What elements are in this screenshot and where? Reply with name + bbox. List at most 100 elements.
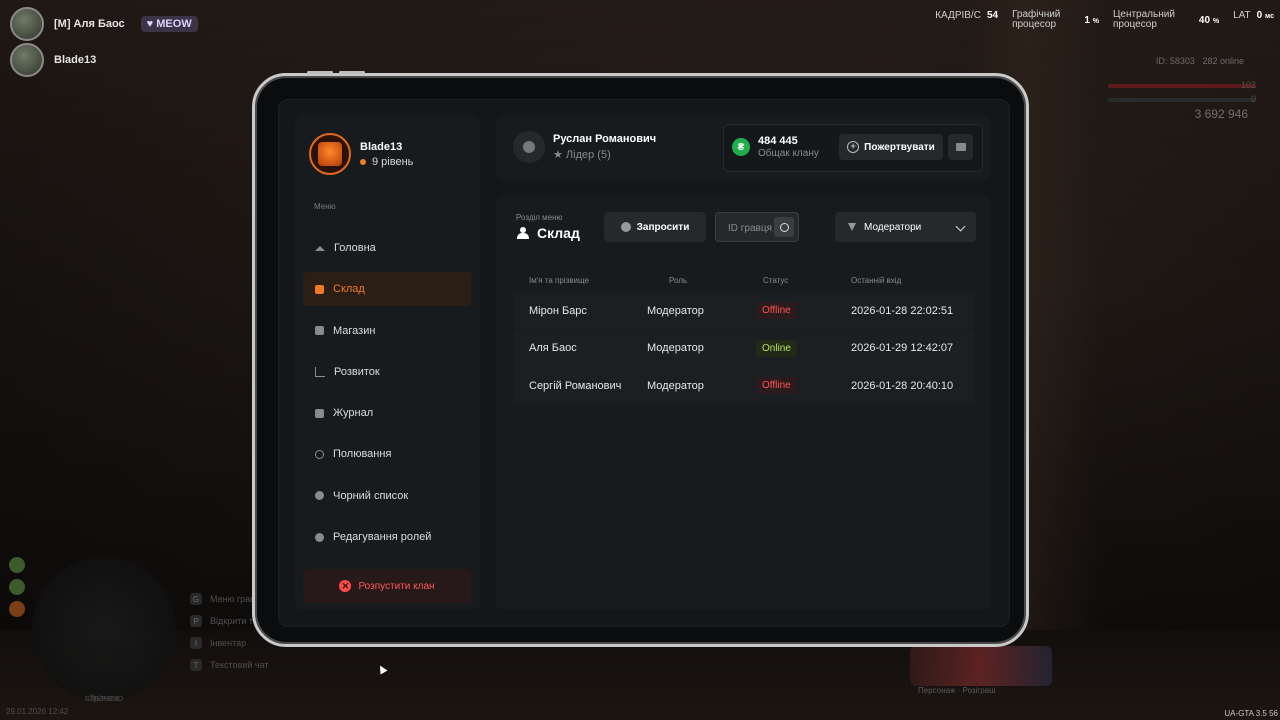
column-header: Останній вхід: [851, 275, 902, 285]
user-edit-icon: [315, 532, 324, 542]
sidebar-item-shop[interactable]: Магазин: [303, 314, 471, 348]
sidebar-item-label: Полювання: [333, 448, 392, 461]
promo-banner[interactable]: [910, 646, 1052, 686]
hint-label: Текстовий чат: [210, 660, 269, 670]
home-icon: [315, 245, 325, 251]
sidebar-item-label: Чорний список: [333, 489, 409, 502]
member-role: Модератор: [647, 379, 704, 392]
fps-stat: КАДРІВ/С 54: [935, 10, 998, 21]
player-avatar: [10, 43, 44, 77]
player-tag: ♥ MEOW: [140, 16, 198, 32]
block-icon: [315, 491, 324, 501]
member-role: Модератор: [647, 342, 704, 354]
donate-button[interactable]: + Пожертвувати: [839, 134, 943, 160]
player-tag-text: MEOW: [156, 18, 192, 30]
column-header: Статус: [763, 275, 789, 285]
server-info: ID: 58303 282 online: [1156, 56, 1244, 66]
section-label: Розділ меню: [516, 213, 563, 222]
performance-stats: КАДРІВ/С 54 Графічний процесор 1 % Центра…: [935, 10, 1280, 30]
disband-clan-button[interactable]: ✕ Розпустити клан: [303, 569, 471, 603]
sidebar-item-storage[interactable]: Склад: [303, 272, 471, 307]
hud-player: Blade13: [10, 43, 198, 77]
member-role: Модератор: [647, 304, 704, 317]
sidebar-item-label: Магазин: [333, 324, 376, 337]
tablet-button: [339, 71, 365, 74]
clan-emblem-icon: [318, 142, 342, 166]
status-badge: Online: [756, 339, 797, 357]
gpu-stat: Графічний процесор 1 %: [1012, 10, 1099, 30]
minimap: Зв'язок втрачено: [32, 557, 176, 703]
page-title-text: Склад: [537, 225, 580, 241]
status-badge: Offline: [756, 377, 797, 394]
column-header: Ім'я та прізвище: [529, 275, 589, 285]
bank-value: 484 445: [758, 135, 798, 147]
chart-icon: [315, 366, 325, 377]
profile-name: Blade13: [360, 140, 403, 153]
column-header: Роль: [669, 275, 688, 285]
disband-label: Розпустити клан: [358, 580, 435, 592]
armor-value: 0: [1250, 94, 1256, 104]
donate-label: Пожертвувати: [864, 141, 935, 153]
members-table: Ім'я та прізвище Роль Статус Останній вх…: [513, 268, 975, 405]
status-icons: [9, 557, 25, 617]
sidebar-item-role-editing[interactable]: Редагування ролей: [303, 520, 471, 554]
minimap-status-2: втрачено: [84, 693, 124, 703]
role-filter-select[interactable]: Модератори: [835, 212, 976, 242]
sidebar-item-development[interactable]: Розвиток: [303, 355, 471, 389]
fps-label: КАДРІВ/С: [935, 9, 981, 21]
plus-icon: +: [847, 141, 860, 153]
armor-bar: [1108, 98, 1256, 102]
last-login: 2026-01-29 12:42:07: [851, 342, 954, 354]
invite-button[interactable]: Запросити: [604, 212, 706, 242]
gpu-label-2: процесор: [1012, 19, 1057, 30]
status-badge: Offline: [756, 302, 797, 319]
profile-level-text: 9 рівень: [372, 155, 414, 168]
hud-player-list: [M] Аля Баос ♥ MEOW Blade13: [10, 7, 198, 80]
chevron-down-icon: [955, 221, 966, 232]
book-icon: [315, 408, 324, 418]
tablet-screen: Blade13 9 рівень Меню Головна Склад Мага…: [278, 99, 1010, 627]
clan-bank: ₴ 484 445 Общак клану + Пожертвувати: [723, 124, 983, 172]
latency-value: 0 мс: [1256, 10, 1274, 21]
hud-player: [M] Аля Баос ♥ MEOW: [10, 7, 198, 41]
menu-title: Меню: [314, 202, 336, 211]
sidebar-item-label: Редагування ролей: [333, 531, 432, 544]
search-button[interactable]: [774, 217, 794, 237]
cpu-stat: Центральний процесор 40 %: [1113, 10, 1219, 30]
key-label: I: [190, 637, 202, 649]
status-icon: [9, 579, 25, 595]
table-row[interactable]: Аля Баос Модератор Online 2026-01-29 12:…: [513, 329, 975, 367]
crosshair-icon: [315, 449, 324, 459]
key-label: G: [190, 593, 202, 605]
player-id-search: [715, 212, 799, 242]
money-display: 3 692 946: [1194, 107, 1248, 121]
sidebar-item-home[interactable]: Головна: [303, 231, 471, 265]
server-ping: 56: [1269, 709, 1278, 718]
key-label: T: [190, 659, 202, 671]
server-name: UA-GTA 3.5 56: [1224, 709, 1278, 718]
health-bar: [1108, 84, 1256, 88]
key-hint: T Текстовий чат: [190, 654, 285, 676]
clan-logo: [309, 133, 351, 175]
archive-button[interactable]: [948, 134, 973, 160]
member-name: Мірон Барс: [529, 304, 587, 317]
currency-icon: ₴: [732, 138, 750, 156]
sidebar-item-hunting[interactable]: Полювання: [303, 437, 471, 471]
sidebar-item-label: Розвиток: [334, 365, 380, 378]
sidebar-item-journal[interactable]: Журнал: [303, 396, 471, 430]
member-name: Аля Баос: [529, 342, 577, 354]
tablet-device: Blade13 9 рівень Меню Головна Склад Мага…: [252, 71, 1029, 647]
cpu-value: 40 %: [1198, 14, 1220, 26]
promo-banner-text: Персонаж · Розіграш: [918, 686, 996, 695]
last-login: 2026-01-28 22:02:51: [851, 304, 954, 317]
player-name: Blade13: [54, 54, 97, 66]
cpu-label-2: процесор: [1112, 19, 1157, 30]
sidebar-item-label: Головна: [334, 242, 376, 254]
online-count: 282 online: [1202, 56, 1244, 66]
key-label: P: [190, 615, 202, 627]
leader-role: ★ Лідер (5): [553, 149, 611, 161]
sidebar-item-blacklist[interactable]: Чорний список: [303, 479, 471, 513]
table-row[interactable]: Мірон Барс Модератор Offline 2026-01-28 …: [513, 292, 975, 329]
table-row[interactable]: Сергій Романович Модератор Offline 2026-…: [513, 367, 975, 404]
member-name: Сергій Романович: [529, 379, 622, 392]
